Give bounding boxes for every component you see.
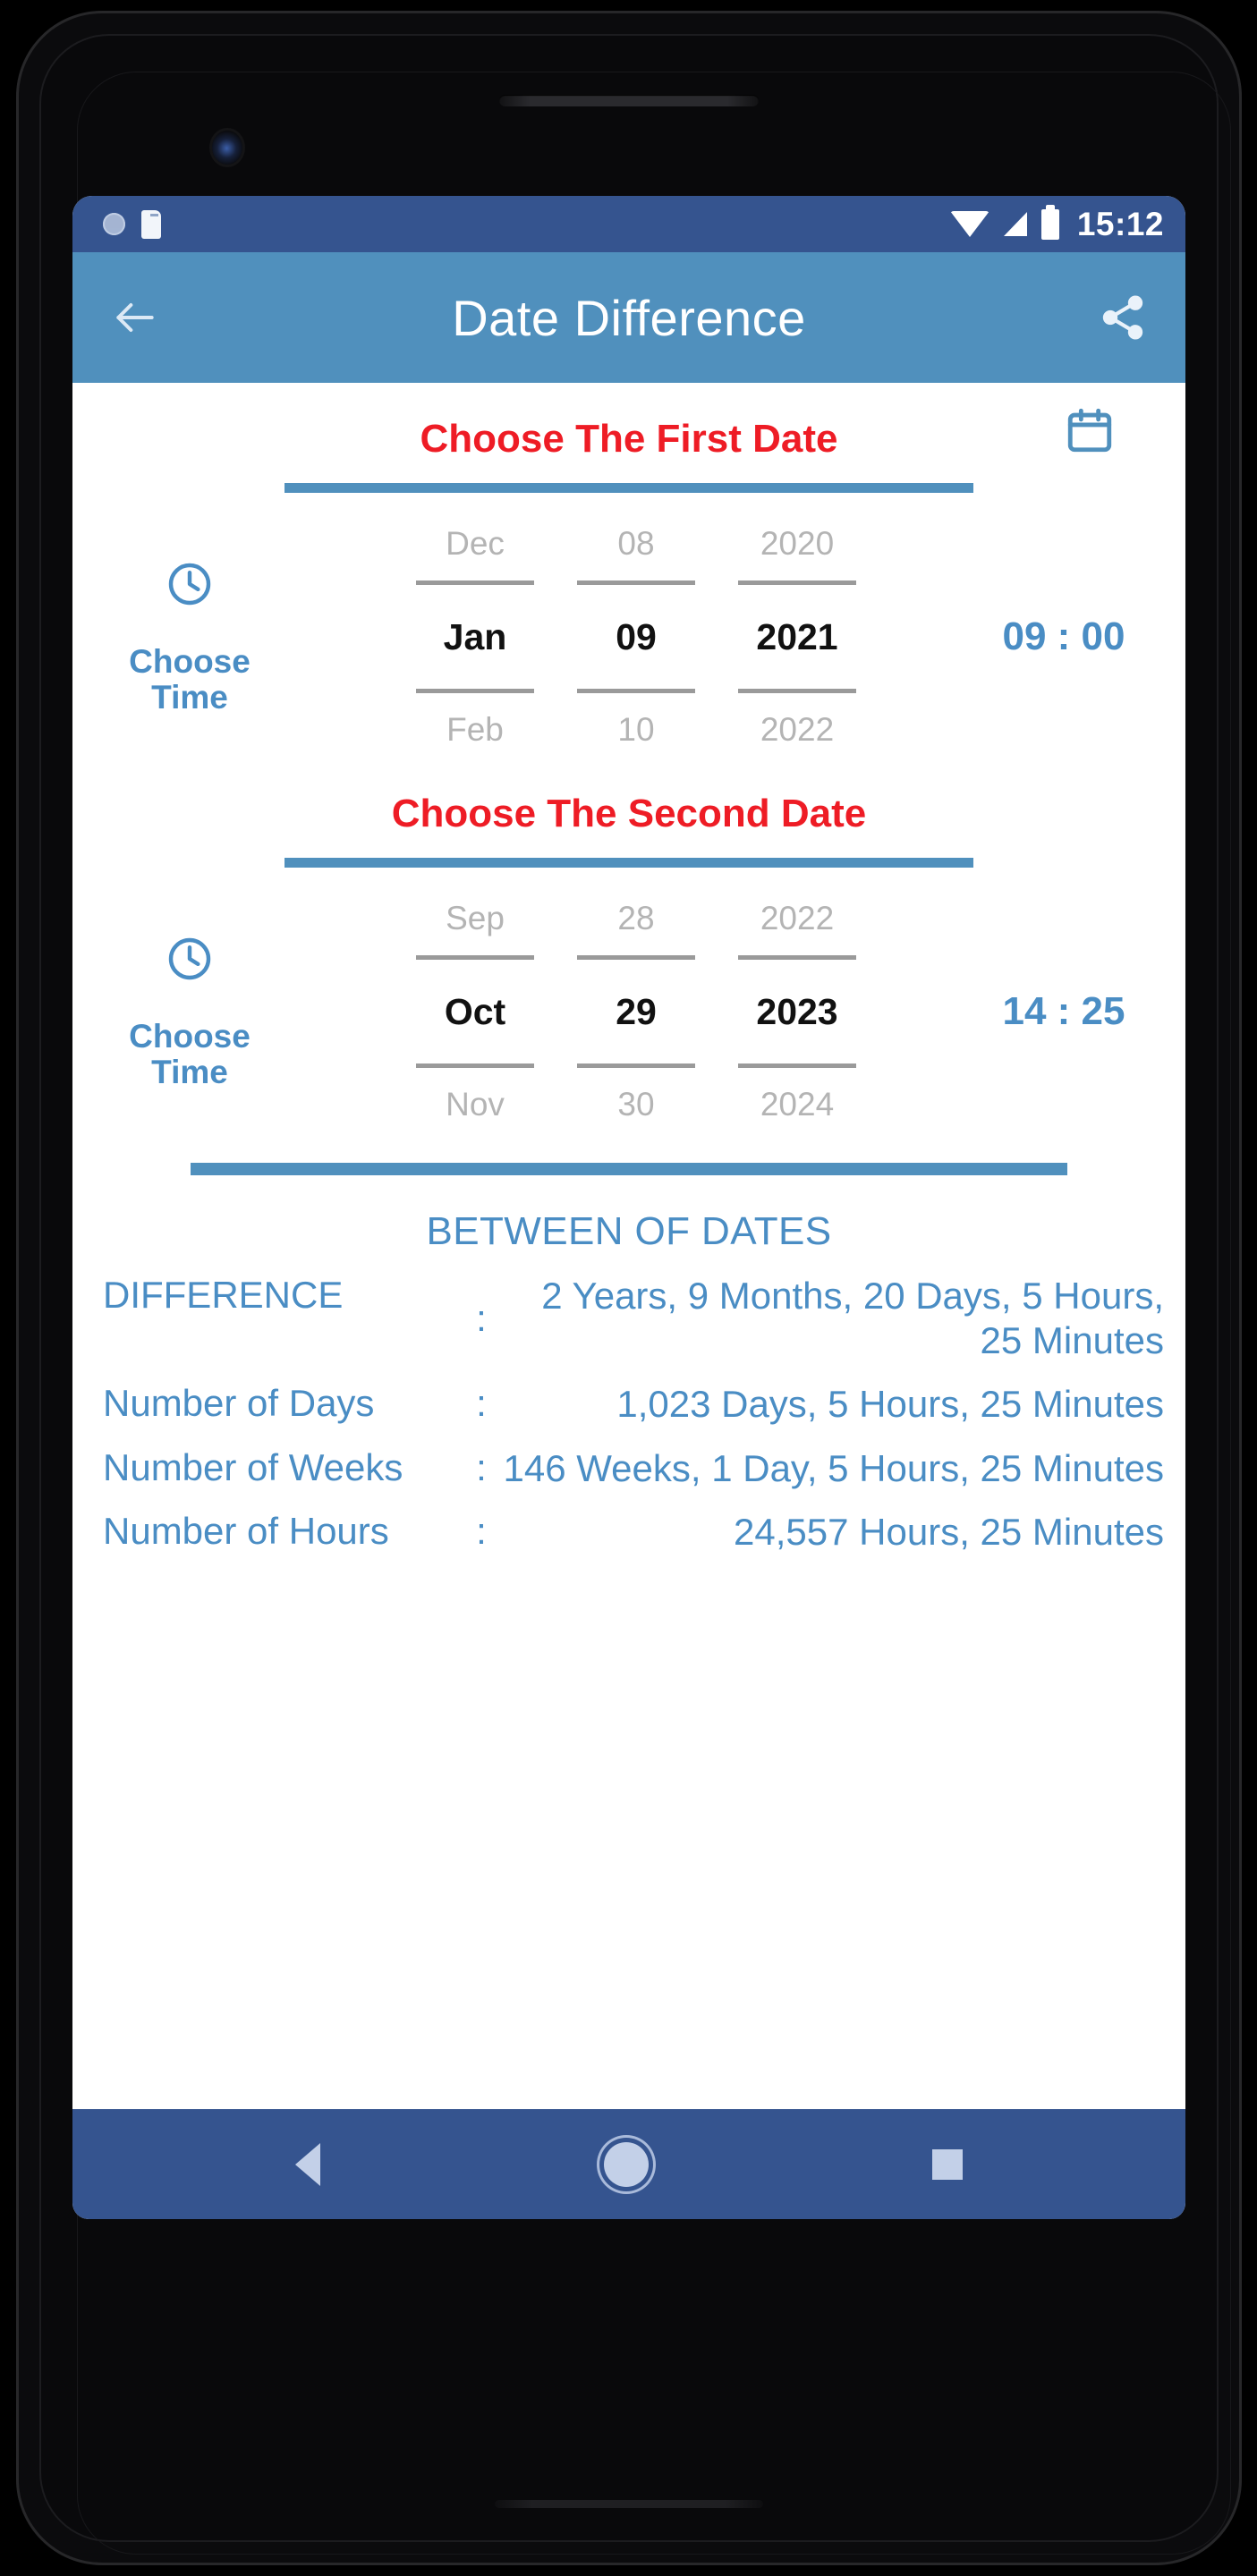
- result-colon: :: [476, 1445, 487, 1488]
- nav-recent-square-icon[interactable]: [932, 2148, 964, 2180]
- first-date-picker-row: Choose Time Dec Jan Feb 08 09 10 2020 20…: [72, 516, 1185, 758]
- results-divider: [191, 1163, 1067, 1175]
- wheel-separator: [738, 1063, 856, 1068]
- second-date-choose-time-label-line2: Time: [151, 1053, 228, 1090]
- second-date-time-value[interactable]: 14 : 25: [974, 989, 1153, 1034]
- first-date-month-selected[interactable]: Jan: [395, 594, 556, 680]
- result-value: 1,023 Days, 5 Hours, 25 Minutes: [616, 1383, 1164, 1426]
- result-colon: :: [476, 1382, 487, 1425]
- battery-icon: [1040, 204, 1059, 240]
- wheel-separator: [416, 1063, 534, 1068]
- result-colon: :: [476, 1510, 487, 1553]
- second-date-month-selected[interactable]: Oct: [395, 969, 556, 1055]
- first-date-month-next[interactable]: Feb: [395, 702, 556, 758]
- share-icon[interactable]: [1098, 292, 1148, 343]
- second-date-year-prev[interactable]: 2022: [717, 891, 878, 946]
- result-row-days: Number of Days : 1,023 Days, 5 Hours, 25…: [103, 1382, 1164, 1427]
- wheel-separator: [577, 955, 695, 960]
- back-arrow-icon[interactable]: [110, 292, 160, 343]
- first-date-day-next[interactable]: 10: [556, 702, 717, 758]
- first-date-choose-time-button[interactable]: Choose Time: [105, 559, 275, 716]
- first-date-choose-time-label-line2: Time: [151, 678, 228, 716]
- notification-circle-icon: [103, 213, 125, 235]
- main-content: Choose The First Date Choose Time Dec Ja…: [72, 383, 1185, 2109]
- first-date-day-wheel[interactable]: 08 09 10: [556, 516, 717, 758]
- second-date-month-prev[interactable]: Sep: [395, 891, 556, 946]
- status-bar-left-icons: [103, 209, 161, 239]
- result-label: DIFFERENCE: [103, 1274, 344, 1316]
- wheel-separator: [738, 580, 856, 585]
- result-value: 2 Years, 9 Months, 20 Days, 5 Hours, 25 …: [541, 1275, 1164, 1361]
- front-camera-icon: [212, 131, 242, 165]
- results-heading: BETWEEN OF DATES: [426, 1209, 832, 1253]
- bottom-speaker: [495, 2500, 763, 2508]
- first-date-day-selected[interactable]: 09: [556, 594, 717, 680]
- phone-screen: 15:12 Date Difference Choose The First D…: [72, 196, 1185, 2219]
- result-label: Number of Weeks: [103, 1445, 403, 1488]
- second-date-choose-time-button[interactable]: Choose Time: [105, 934, 275, 1090]
- first-date-divider: [285, 483, 973, 493]
- first-date-wheels: Dec Jan Feb 08 09 10 2020 2021 2022: [275, 516, 974, 758]
- second-date-month-wheel[interactable]: Sep Oct Nov: [395, 891, 556, 1132]
- first-date-title-row: Choose The First Date: [72, 383, 1185, 462]
- signal-icon: [1003, 212, 1027, 236]
- earpiece-speaker: [499, 95, 759, 106]
- second-date-day-wheel[interactable]: 28 29 30: [556, 891, 717, 1132]
- second-date-divider: [285, 858, 973, 868]
- second-date-picker-row: Choose Time Sep Oct Nov 28 29 30 2022 20…: [72, 891, 1185, 1132]
- second-date-year-wheel[interactable]: 2022 2023 2024: [717, 891, 878, 1132]
- first-date-year-selected[interactable]: 2021: [717, 594, 878, 680]
- first-date-section-title: Choose The First Date: [420, 417, 838, 461]
- second-date-wheels: Sep Oct Nov 28 29 30 2022 2023 2024: [275, 891, 974, 1132]
- second-date-year-next[interactable]: 2024: [717, 1077, 878, 1132]
- result-row-hours: Number of Hours : 24,557 Hours, 25 Minut…: [103, 1510, 1164, 1555]
- wheel-separator: [577, 689, 695, 693]
- wheel-separator: [577, 1063, 695, 1068]
- first-date-year-wheel[interactable]: 2020 2021 2022: [717, 516, 878, 758]
- status-bar-clock: 15:12: [1076, 205, 1164, 242]
- status-bar: 15:12: [72, 196, 1185, 252]
- results-list: DIFFERENCE : 2 Years, 9 Months, 20 Days,…: [72, 1274, 1185, 1555]
- first-date-year-next[interactable]: 2022: [717, 702, 878, 758]
- second-date-year-selected[interactable]: 2023: [717, 969, 878, 1055]
- result-colon: :: [476, 1296, 487, 1339]
- page-title: Date Difference: [452, 289, 806, 346]
- android-navigation-bar: [72, 2109, 1185, 2219]
- first-date-month-prev[interactable]: Dec: [395, 516, 556, 572]
- result-row-difference: DIFFERENCE : 2 Years, 9 Months, 20 Days,…: [103, 1274, 1164, 1362]
- second-date-title-row: Choose The Second Date: [72, 758, 1185, 836]
- first-date-year-prev[interactable]: 2020: [717, 516, 878, 572]
- nav-home-circle-icon[interactable]: [603, 2141, 649, 2187]
- app-bar: Date Difference: [72, 252, 1185, 383]
- nav-back-triangle-icon[interactable]: [294, 2142, 320, 2186]
- wheel-separator: [738, 955, 856, 960]
- result-value: 146 Weeks, 1 Day, 5 Hours, 25 Minutes: [503, 1446, 1164, 1489]
- result-row-weeks: Number of Weeks : 146 Weeks, 1 Day, 5 Ho…: [103, 1446, 1164, 1491]
- status-bar-right-icons: 15:12: [949, 204, 1164, 243]
- calendar-icon[interactable]: [1064, 404, 1116, 461]
- clock-icon: [105, 934, 275, 988]
- clock-icon: [105, 559, 275, 614]
- wheel-separator: [416, 580, 534, 585]
- first-date-choose-time-label-line1: Choose: [129, 642, 251, 680]
- result-label: Number of Hours: [103, 1510, 389, 1553]
- first-date-time-value[interactable]: 09 : 00: [974, 614, 1153, 659]
- second-date-day-next[interactable]: 30: [556, 1077, 717, 1132]
- result-value: 24,557 Hours, 25 Minutes: [734, 1511, 1164, 1554]
- wheel-separator: [416, 689, 534, 693]
- first-date-month-wheel[interactable]: Dec Jan Feb: [395, 516, 556, 758]
- wheel-separator: [416, 955, 534, 960]
- result-label: Number of Days: [103, 1382, 375, 1425]
- first-date-day-prev[interactable]: 08: [556, 516, 717, 572]
- phone-frame: 15:12 Date Difference Choose The First D…: [16, 11, 1242, 2565]
- second-date-section-title: Choose The Second Date: [391, 792, 867, 835]
- second-date-choose-time-label-line1: Choose: [129, 1017, 251, 1055]
- sd-card-icon: [141, 209, 161, 239]
- wheel-separator: [738, 689, 856, 693]
- second-date-day-selected[interactable]: 29: [556, 969, 717, 1055]
- wheel-separator: [577, 580, 695, 585]
- second-date-day-prev[interactable]: 28: [556, 891, 717, 946]
- wifi-icon: [949, 211, 989, 237]
- second-date-month-next[interactable]: Nov: [395, 1077, 556, 1132]
